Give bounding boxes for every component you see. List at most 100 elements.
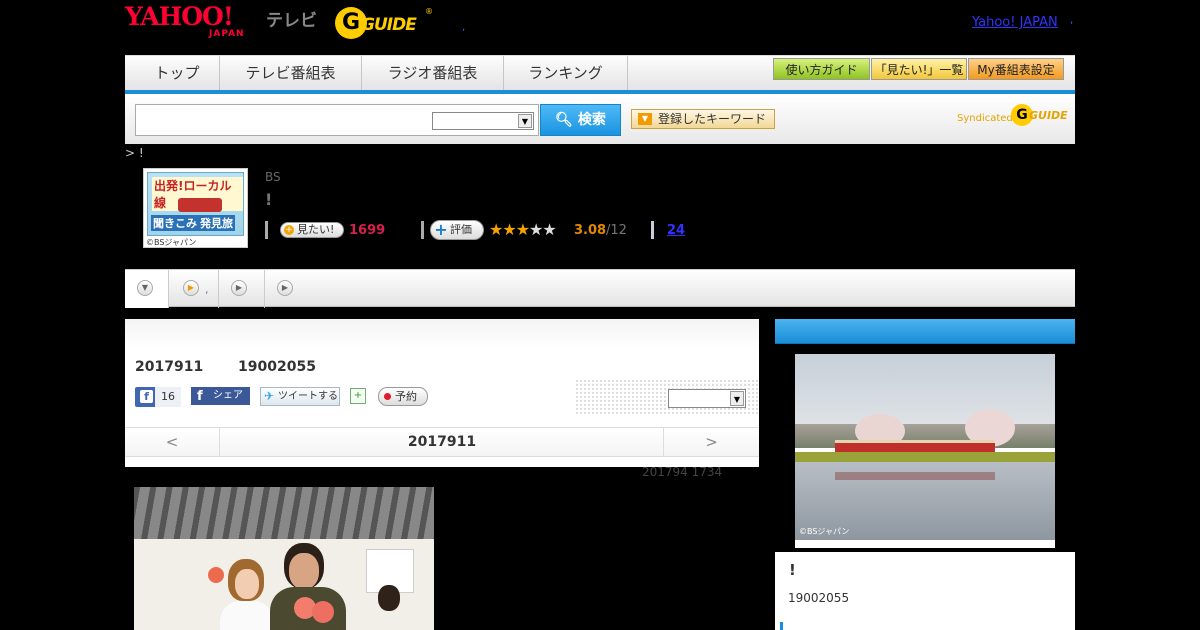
- episode-pager: < 2017911 >: [125, 427, 759, 457]
- search-button[interactable]: 🔍︎ 検索: [540, 104, 621, 136]
- play-icon: ▶: [231, 280, 247, 296]
- pager-next-button[interactable]: >: [663, 428, 759, 456]
- saved-keywords-label: 登録したキーワード: [658, 112, 767, 126]
- thumb-sub1: 聞きこみ: [151, 215, 199, 231]
- sub-tab-1[interactable]: ▼: [125, 270, 169, 308]
- nav-tab-top[interactable]: トップ: [135, 56, 220, 90]
- search-button-label: 検索: [577, 112, 606, 128]
- chevron-down-icon: ▼: [518, 114, 532, 128]
- g-guide-logo[interactable]: G GUIDE ®: [335, 7, 433, 39]
- yahoo-japan-link[interactable]: Yahoo! JAPAN: [972, 15, 1058, 30]
- photo-man-face: [289, 553, 319, 589]
- want-to-watch-label: 見たい!: [297, 223, 335, 236]
- search-icon: 🔍︎: [555, 112, 573, 128]
- star-icon: ★: [542, 220, 556, 239]
- nav-tab-tv-schedule[interactable]: テレビ番組表: [220, 56, 362, 90]
- record-dot-icon: [384, 393, 391, 400]
- program-logo-art: 出発!ローカル線 聞きこみ 発見旅: [147, 172, 244, 236]
- guide-logo-text: GUIDE: [361, 15, 417, 35]
- photo-peach: [312, 601, 334, 623]
- tweet-button[interactable]: ✈ ツイートする: [260, 387, 340, 406]
- rate-button[interactable]: + 評価: [430, 220, 484, 240]
- reserve-button[interactable]: 予約: [378, 387, 428, 406]
- side-program-image[interactable]: ©BSジャパン: [795, 354, 1055, 548]
- train-icon: [178, 198, 222, 212]
- side-program-title: !: [789, 561, 796, 579]
- tv-logo[interactable]: テレビ: [266, 6, 317, 31]
- program-thumbnail: 出発!ローカル線 聞きこみ 発見旅 ©BSジャパン: [143, 168, 248, 248]
- thumb-credit: ©BSジャパン: [146, 238, 197, 247]
- photo-bystander: [378, 585, 400, 611]
- search-category-select[interactable]: ▼: [432, 112, 534, 130]
- plus-icon: +: [284, 225, 294, 235]
- panel-header: [125, 319, 759, 349]
- nav-tab-ranking[interactable]: ランキング: [504, 56, 628, 90]
- yahoo-logo-text: YAHOO!: [125, 2, 234, 31]
- last-updated: 201794 1734: [642, 465, 723, 479]
- syndicated-logo-text: GUIDE: [1029, 109, 1068, 122]
- facebook-icon: f: [197, 389, 203, 404]
- want-list-button[interactable]: 「見たい!」一覧: [871, 58, 967, 80]
- episode-select[interactable]: ▼: [668, 389, 746, 408]
- side-program-id: 19002055: [788, 591, 850, 605]
- star-icon: ★: [529, 220, 543, 239]
- sub-tab-3[interactable]: ▶: [219, 270, 265, 308]
- nav-tab-radio-schedule[interactable]: ラジオ番組表: [362, 56, 504, 90]
- episode-id: 19002055: [238, 359, 316, 375]
- episode-panel: 2017911 19002055 f 16 f シェア ✈ ツイートする + 予…: [125, 319, 759, 467]
- registered-mark: ®: [425, 7, 433, 16]
- thumb-sub2: 発見旅: [198, 215, 235, 231]
- review-count-link[interactable]: 24: [667, 223, 685, 238]
- side-image-credit: ©BSジャパン: [799, 527, 850, 536]
- sub-tabs: ▼ ▶ , ▶ ▶: [125, 269, 1075, 308]
- separator: [651, 221, 654, 239]
- rating-stars: ★★★★★: [489, 220, 557, 239]
- facebook-share-button[interactable]: f シェア: [191, 387, 250, 405]
- facebook-like-button[interactable]: f 16: [135, 387, 181, 407]
- chevron-down-icon: ▼: [638, 113, 652, 125]
- want-to-watch-count: 1699: [349, 223, 386, 238]
- photo-woman-face: [235, 569, 259, 599]
- syndicated-g-guide-logo: G GUIDE: [1011, 104, 1068, 126]
- side-panel-header: [775, 319, 1075, 344]
- program-title: !: [265, 190, 273, 209]
- usage-guide-button[interactable]: 使い方ガイド: [773, 58, 870, 80]
- global-nav: トップ テレビ番組表 ラジオ番組表 ランキング 使い方ガイド 「見たい!」一覧 …: [125, 55, 1075, 91]
- want-to-watch-button[interactable]: + 見たい!: [280, 222, 344, 238]
- image-sky: [795, 354, 1055, 434]
- star-icon: ★: [489, 220, 503, 239]
- header-link-dot: ,: [1070, 15, 1074, 26]
- side-panel: ©BSジャパン ! 19002055: [775, 319, 1075, 630]
- facebook-icon: f: [140, 390, 153, 403]
- separator: [265, 221, 268, 239]
- sub-tab-2[interactable]: ▶ ,: [169, 270, 219, 308]
- play-icon: ▶: [183, 280, 199, 296]
- my-schedule-settings-button[interactable]: My番組表設定: [968, 58, 1064, 80]
- yahoo-logo-sub: JAPAN: [209, 29, 245, 39]
- saved-keywords-button[interactable]: ▼ 登録したキーワード: [631, 109, 775, 129]
- rating-max: /12: [606, 223, 627, 238]
- search-bar: ▼ 🔍︎ 検索 ▼ 登録したキーワード Syndicated G GUIDE: [125, 94, 1075, 144]
- image-reflection: [835, 472, 995, 480]
- sub-tab-4[interactable]: ▶: [265, 270, 305, 308]
- tweet-label: ツイートする: [278, 391, 338, 402]
- photo-peach: [208, 567, 224, 583]
- reserve-label: 予約: [395, 390, 417, 403]
- syndicated-label: Syndicated: [957, 113, 1013, 124]
- rating-value: 3.08: [574, 223, 607, 238]
- star-icon: ★: [515, 220, 530, 239]
- breadcrumb[interactable]: > !: [125, 146, 144, 160]
- episode-date: 2017911: [135, 359, 204, 375]
- yahoo-japan-logo[interactable]: YAHOO! JAPAN: [125, 2, 244, 44]
- play-icon: ▶: [277, 280, 293, 296]
- channel-label: BS: [265, 170, 281, 184]
- facebook-like-count: 16: [155, 387, 181, 407]
- rate-label: 評価: [450, 223, 472, 236]
- episode-photo: [134, 487, 434, 630]
- pager-current-date: 2017911: [407, 434, 477, 450]
- star-icon: ★: [502, 220, 516, 239]
- calendar-icon[interactable]: +: [350, 388, 366, 404]
- pager-prev-button[interactable]: <: [125, 428, 220, 456]
- header-dot: ,: [462, 22, 466, 33]
- image-train: [835, 440, 995, 452]
